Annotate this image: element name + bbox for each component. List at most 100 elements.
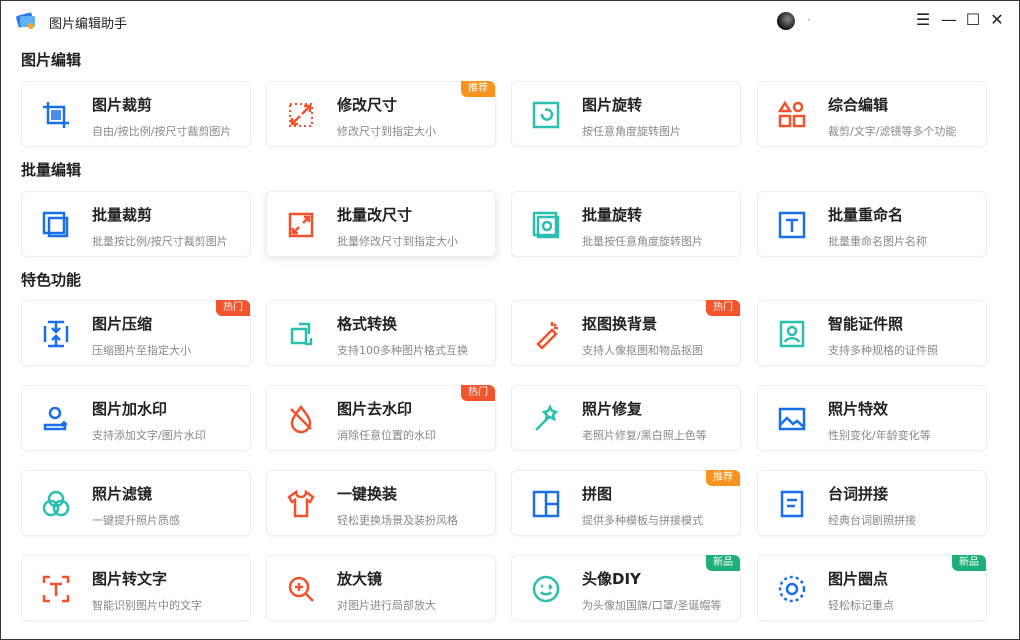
tool-desc: 批量修改尺寸到指定大小 xyxy=(337,235,458,248)
collage-icon xyxy=(530,488,562,520)
tool-desc: 消除任意位置的水印 xyxy=(337,429,436,442)
badge-hot: 热门 xyxy=(461,385,495,401)
tool-desc: 一键提升照片质感 xyxy=(92,514,180,527)
badge-recommend: 推荐 xyxy=(461,81,495,97)
title-bar: 图片编辑助手 · ☰ — ☐ ✕ xyxy=(1,1,1020,41)
rename-icon xyxy=(776,209,808,241)
tool-desc: 批量按比例/按尺寸裁剪图片 xyxy=(92,235,228,248)
tool-desc: 批量重命名图片名称 xyxy=(828,235,927,248)
tool-desc: 支持添加文字/图片水印 xyxy=(92,429,206,442)
tool-card[interactable]: 批量改尺寸 批量修改尺寸到指定大小 xyxy=(266,191,496,257)
tool-title: 批量旋转 xyxy=(582,206,643,224)
tool-card[interactable]: 图片去水印 消除任意位置的水印 热门 xyxy=(266,385,496,451)
tool-card[interactable]: 图片旋转 按任意角度旋转图片 xyxy=(511,81,741,147)
tool-card[interactable]: 图片转文字 智能识别图片中的文字 xyxy=(21,555,251,621)
tool-desc: 轻松更换场景及装扮风格 xyxy=(337,514,458,527)
tool-card[interactable]: 格式转换 支持100多种图片格式互换 xyxy=(266,300,496,366)
tool-card[interactable]: 照片修复 老照片修复/黑白照上色等 xyxy=(511,385,741,451)
section-title: 批量编辑 xyxy=(21,161,82,179)
tool-desc: 经典台词剧照拼接 xyxy=(828,514,916,527)
badge-hot: 热门 xyxy=(706,300,740,316)
watermark-icon xyxy=(40,403,72,435)
resize-icon xyxy=(285,99,317,131)
ocr-icon xyxy=(40,573,72,605)
tool-title: 一键换装 xyxy=(337,485,398,503)
app-title: 图片编辑助手 xyxy=(49,17,128,32)
tool-title: 图片压缩 xyxy=(92,315,153,333)
tool-card[interactable]: 台词拼接 经典台词剧照拼接 xyxy=(757,470,987,536)
tool-card[interactable]: 抠图换背景 支持人像抠图和物品抠图 热门 xyxy=(511,300,741,366)
tool-desc: 裁剪/文字/滤镜等多个功能 xyxy=(828,125,957,138)
tool-title: 照片滤镜 xyxy=(92,485,153,503)
tool-title: 拼图 xyxy=(582,485,613,503)
shapes-icon xyxy=(776,99,808,131)
tool-title: 抠图换背景 xyxy=(582,315,658,333)
badge-new: 新品 xyxy=(952,555,986,571)
convert-icon xyxy=(285,318,317,350)
tool-card[interactable]: 照片特效 性别变化/年龄变化等 xyxy=(757,385,987,451)
tool-desc: 老照片修复/黑白照上色等 xyxy=(582,429,707,442)
tool-title: 图片转文字 xyxy=(92,570,168,588)
tool-title: 图片加水印 xyxy=(92,400,168,418)
tool-desc: 按任意角度旋转图片 xyxy=(582,125,681,138)
section-title: 特色功能 xyxy=(21,271,82,289)
minimize-icon[interactable]: — xyxy=(939,10,959,30)
tool-title: 批量重命名 xyxy=(828,206,904,224)
tool-card[interactable]: 图片压缩 压缩图片至指定大小 热门 xyxy=(21,300,251,366)
magic-wand-icon xyxy=(530,403,562,435)
tool-title: 图片圈点 xyxy=(828,570,889,588)
circle-mark-icon xyxy=(776,573,808,605)
user-name[interactable]: · xyxy=(807,13,811,27)
section-title: 图片编辑 xyxy=(21,51,82,69)
tool-card[interactable]: 智能证件照 支持多种规格的证件照 xyxy=(757,300,987,366)
tool-card[interactable]: 头像DIY 为头像加国旗/口罩/圣诞帽等 新品 xyxy=(511,555,741,621)
tool-desc: 支持人像抠图和物品抠图 xyxy=(582,344,703,357)
tool-card[interactable]: 放大镜 对图片进行局部放大 xyxy=(266,555,496,621)
tool-desc: 智能识别图片中的文字 xyxy=(92,599,202,612)
id-photo-icon xyxy=(776,318,808,350)
shirt-icon xyxy=(285,488,317,520)
tool-desc: 修改尺寸到指定大小 xyxy=(337,125,436,138)
tool-card[interactable]: 照片滤镜 一键提升照片质感 xyxy=(21,470,251,536)
tool-card[interactable]: 批量裁剪 批量按比例/按尺寸裁剪图片 xyxy=(21,191,251,257)
rotate-icon xyxy=(530,99,562,131)
remove-watermark-icon xyxy=(285,403,317,435)
tool-title: 图片旋转 xyxy=(582,96,643,114)
tool-card[interactable]: 批量重命名 批量重命名图片名称 xyxy=(757,191,987,257)
tool-card[interactable]: 拼图 提供多种模板与拼接模式 推荐 xyxy=(511,470,741,536)
tool-desc: 为头像加国旗/口罩/圣诞帽等 xyxy=(582,599,722,612)
tool-desc: 轻松标记重点 xyxy=(828,599,894,612)
badge-new: 新品 xyxy=(706,555,740,571)
cutout-icon xyxy=(530,318,562,350)
maximize-icon[interactable]: ☐ xyxy=(963,10,983,30)
tool-title: 头像DIY xyxy=(582,570,641,588)
tool-title: 批量改尺寸 xyxy=(337,206,413,224)
tool-title: 修改尺寸 xyxy=(337,96,398,114)
tool-title: 放大镜 xyxy=(337,570,383,588)
tool-title: 批量裁剪 xyxy=(92,206,153,224)
app-logo-icon xyxy=(16,12,35,29)
compress-icon xyxy=(40,318,72,350)
crop-icon xyxy=(40,99,72,131)
batch-crop-icon xyxy=(40,209,72,241)
tool-card[interactable]: 图片圈点 轻松标记重点 新品 xyxy=(757,555,987,621)
tool-desc: 自由/按比例/按尺寸裁剪图片 xyxy=(92,125,232,138)
tool-title: 格式转换 xyxy=(337,315,398,333)
tool-card[interactable]: 图片裁剪 自由/按比例/按尺寸裁剪图片 xyxy=(21,81,251,147)
tool-desc: 压缩图片至指定大小 xyxy=(92,344,191,357)
menu-icon[interactable]: ☰ xyxy=(913,10,933,30)
tool-title: 综合编辑 xyxy=(828,96,889,114)
tool-card[interactable]: 一键换装 轻松更换场景及装扮风格 xyxy=(266,470,496,536)
user-avatar[interactable] xyxy=(777,12,795,30)
tool-title: 智能证件照 xyxy=(828,315,904,333)
tool-desc: 性别变化/年龄变化等 xyxy=(828,429,931,442)
filter-icon xyxy=(40,488,72,520)
tool-card[interactable]: 修改尺寸 修改尺寸到指定大小 推荐 xyxy=(266,81,496,147)
badge-recommend: 推荐 xyxy=(706,470,740,486)
magnifier-icon xyxy=(285,573,317,605)
tool-card[interactable]: 综合编辑 裁剪/文字/滤镜等多个功能 xyxy=(757,81,987,147)
tool-title: 台词拼接 xyxy=(828,485,889,503)
close-icon[interactable]: ✕ xyxy=(987,10,1007,30)
tool-card[interactable]: 批量旋转 批量按任意角度旋转图片 xyxy=(511,191,741,257)
tool-card[interactable]: 图片加水印 支持添加文字/图片水印 xyxy=(21,385,251,451)
